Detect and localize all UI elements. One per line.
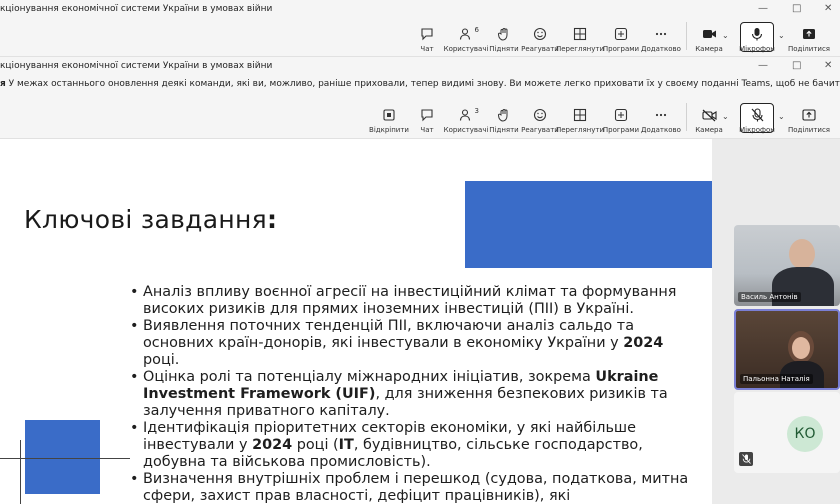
raise-hand-icon [496, 26, 512, 42]
apps-icon [613, 107, 629, 123]
chat-label: Чат [420, 45, 434, 53]
close-icon[interactable]: ✕ [824, 3, 832, 14]
bullet-text: році ( [292, 437, 339, 453]
bullet-item: Визначення внутрішніх проблем і перешкод… [130, 471, 690, 504]
bullet-item: Оцінка ролі та потенціалу міжнародних ін… [130, 369, 690, 420]
people-count: 3 [474, 107, 479, 115]
bullet-text: Оцінка ролі та потенціалу міжнародних ін… [143, 369, 596, 385]
share-label: Поділитися [787, 126, 831, 134]
mic-label: Мікрофон [739, 126, 775, 134]
slide-title-colon: : [266, 205, 278, 234]
bullet-text: Аналіз впливу воєнної агресії на інвести… [143, 284, 677, 317]
chat-icon [419, 26, 435, 42]
slide-title-text: Ключові завдання [24, 205, 267, 234]
bullet-bold-text: IT [338, 437, 354, 453]
bullet-item: Виявлення поточних тенденцій ПІІ, включа… [130, 318, 690, 369]
slide-decor-line-vertical [20, 440, 21, 504]
more-label: Додатково [641, 126, 681, 134]
more-icon [653, 26, 669, 42]
microphone-off-icon [749, 107, 765, 123]
more-button-2[interactable]: Додатково [638, 107, 684, 134]
apps-icon [613, 26, 629, 42]
share-button-2[interactable]: Поділитися [786, 107, 832, 134]
minimize-icon[interactable]: — [758, 3, 768, 14]
bullet-item: Аналіз впливу воєнної агресії на інвести… [130, 284, 690, 318]
close-icon[interactable]: ✕ [824, 60, 832, 71]
participant-video-tile[interactable]: Василь Антонів [734, 225, 840, 306]
chat-icon [419, 107, 435, 123]
participant-video-tile-active[interactable]: Пальонна Наталія [734, 309, 840, 390]
participant-name: Пальонна Наталія [740, 374, 813, 384]
muted-microphone-icon [739, 452, 753, 466]
bullet-text: Визначення внутрішніх проблем і перешкод… [143, 471, 689, 504]
share-button[interactable]: Поділитися [786, 26, 832, 53]
camera-chevron-down-icon[interactable]: ⌄ [722, 112, 729, 121]
slide-title: Ключові завдання: [24, 205, 277, 234]
people-count: 6 [474, 26, 479, 34]
window-title-second: кціонування економічної системи України … [0, 61, 273, 71]
maximize-icon[interactable]: □ [792, 3, 801, 14]
slide-bullet-list: Аналіз впливу воєнної агресії на інвести… [130, 284, 690, 504]
more-icon [653, 107, 669, 123]
view-grid-icon [572, 107, 588, 123]
view-button-2[interactable]: Переглянути [555, 107, 605, 134]
mic-button-content[interactable]: Мікрофон [734, 26, 780, 53]
react-label: Реагувати [521, 126, 559, 134]
view-label: Переглянути [555, 126, 605, 134]
raise-hand-label: Підняти [489, 126, 519, 134]
view-grid-icon [572, 26, 588, 42]
notice-text: У межах останнього оновлення деякі коман… [5, 79, 840, 89]
raise-hand-label: Підняти [489, 45, 519, 53]
people-icon [458, 26, 474, 42]
minimize-icon[interactable]: — [758, 60, 768, 71]
bullet-text: році. [143, 352, 180, 368]
mic-chevron-down-icon[interactable]: ⌄ [778, 112, 785, 121]
camera-label: Камера [695, 126, 723, 134]
chat-label: Чат [420, 126, 434, 134]
smile-icon [532, 107, 548, 123]
avatar: КО [787, 416, 823, 452]
people-icon [458, 107, 474, 123]
share-label: Поділитися [787, 45, 831, 53]
more-label: Додатково [641, 45, 681, 53]
unpin-icon [381, 107, 397, 123]
update-notice: я У межах останнього оновлення деякі ком… [0, 79, 840, 95]
camera-off-icon [701, 107, 717, 123]
teams-screen: кціонування економічної системи України … [0, 0, 840, 504]
slide-decor-square [25, 420, 100, 494]
bullet-item: Ідентифікація пріоритетних секторів екон… [130, 420, 690, 471]
bullet-bold-text: 2024 [252, 437, 293, 453]
participant-face [792, 337, 810, 359]
window-title: кціонування економічної системи України … [0, 4, 273, 14]
camera-icon [701, 26, 717, 42]
bullet-text: Виявлення поточних тенденцій ПІІ, включа… [143, 318, 635, 351]
share-icon [801, 107, 817, 123]
mic-off-button-content[interactable]: Мікрофон [734, 107, 780, 134]
share-icon [801, 26, 817, 42]
microphone-icon [749, 26, 765, 42]
react-label: Реагувати [521, 45, 559, 53]
mic-chevron-down-icon[interactable]: ⌄ [778, 31, 785, 40]
camera-chevron-down-icon[interactable]: ⌄ [722, 31, 729, 40]
raise-hand-icon [496, 107, 512, 123]
more-button[interactable]: Додатково [638, 26, 684, 53]
maximize-icon[interactable]: □ [792, 60, 801, 71]
unpin-label: Відкріпити [369, 126, 409, 134]
bullet-bold-text: 2024 [623, 335, 664, 351]
participant-face [789, 239, 815, 269]
mic-label: Мікрофон [739, 45, 775, 53]
apps-label: Програми [602, 126, 640, 134]
smile-icon [532, 26, 548, 42]
view-label: Переглянути [555, 45, 605, 53]
participant-name: Василь Антонів [738, 292, 801, 302]
apps-label: Програми [602, 45, 640, 53]
view-button[interactable]: Переглянути [555, 26, 605, 53]
slide-decor-rectangle [465, 181, 712, 268]
camera-label: Камера [695, 45, 723, 53]
